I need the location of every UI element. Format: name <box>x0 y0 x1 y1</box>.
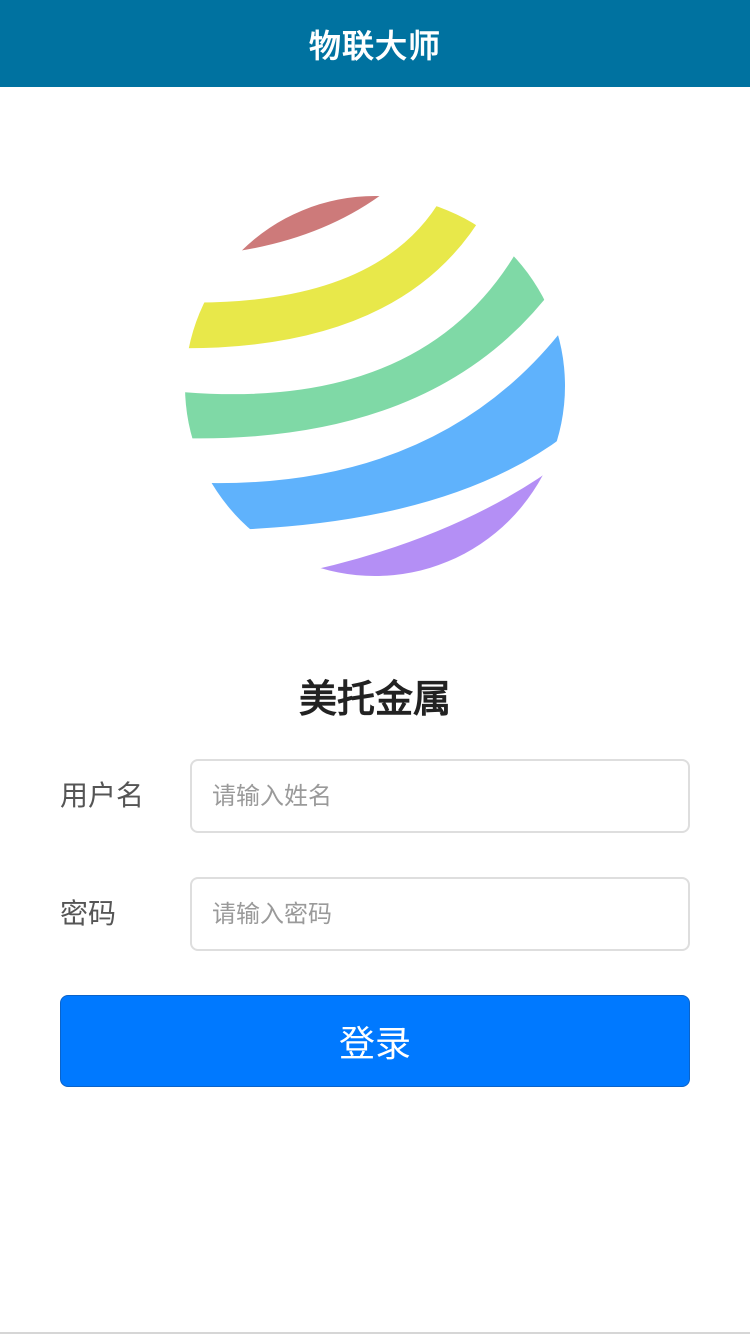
password-label: 密码 <box>60 897 117 930</box>
logo-stripe-red <box>185 196 415 257</box>
password-row: 密码 <box>60 877 690 951</box>
password-input[interactable] <box>190 877 690 951</box>
app-header: 物联大师 <box>0 0 750 87</box>
app-title: 物联大师 <box>308 26 441 65</box>
username-label: 用户名 <box>60 779 145 812</box>
company-name: 美托金属 <box>298 677 451 721</box>
login-button[interactable]: 登录 <box>60 995 690 1087</box>
striped-globe-logo-icon <box>185 196 565 576</box>
username-input[interactable] <box>190 759 690 833</box>
username-row: 用户名 <box>60 759 690 833</box>
